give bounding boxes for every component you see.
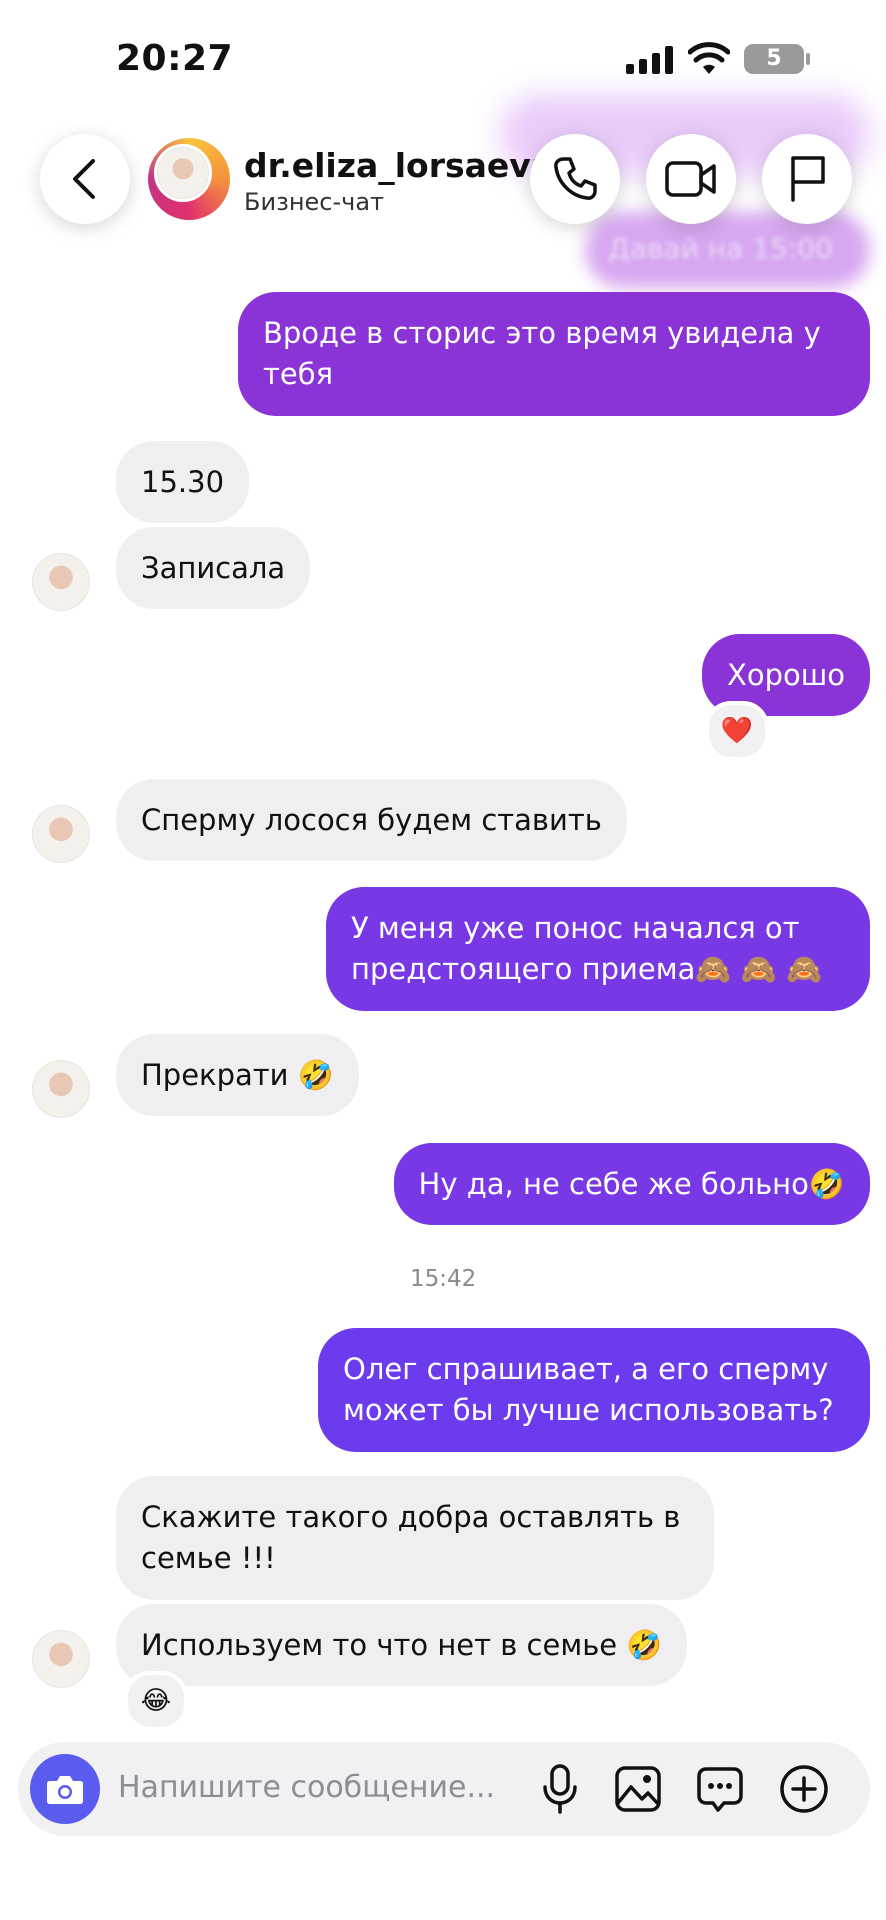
message-outgoing[interactable]: Вроде в сторис это время увидела у тебя	[238, 292, 870, 416]
camera-button[interactable]	[30, 1754, 100, 1824]
message-reaction-laugh[interactable]: 😂	[124, 1671, 188, 1731]
message-incoming[interactable]: Прекрати 🤣	[116, 1034, 359, 1116]
audio-call-button[interactable]	[530, 134, 620, 224]
battery-indicator: 5	[744, 44, 804, 74]
message-incoming[interactable]: Сперму лосося будем ставить	[116, 779, 627, 861]
message-input[interactable]: Напишите сообщение...	[118, 1770, 495, 1805]
contact-name[interactable]: dr.eliza_lorsaeva	[244, 146, 553, 185]
microphone-icon	[543, 1764, 577, 1814]
blurred-message-text: Давай на 15:00	[608, 232, 833, 265]
cellular-signal-icon	[626, 46, 673, 74]
camera-icon	[47, 1776, 83, 1804]
report-flag-button[interactable]	[762, 134, 852, 224]
message-outgoing[interactable]: Ну да, не себе же больно🤣	[393, 1143, 870, 1225]
message-incoming[interactable]: 15.30	[116, 441, 250, 523]
back-icon	[73, 159, 95, 199]
voice-message-button[interactable]	[532, 1761, 588, 1817]
status-time: 20:27	[116, 38, 234, 79]
video-call-button[interactable]	[646, 134, 736, 224]
sender-avatar[interactable]	[32, 805, 90, 863]
sender-avatar[interactable]	[32, 1630, 90, 1688]
message-outgoing[interactable]: Олег спрашивает, а его сперму может бы л…	[318, 1328, 870, 1452]
message-reaction-heart[interactable]: ❤️	[705, 701, 769, 761]
phone-icon	[554, 157, 597, 200]
video-icon	[665, 161, 716, 197]
back-button[interactable]	[40, 134, 130, 224]
chat-type-label: Бизнес-чат	[244, 188, 385, 216]
wifi-icon	[688, 42, 730, 74]
message-incoming[interactable]: Записала	[116, 527, 311, 609]
battery-cap	[806, 53, 810, 65]
message-outgoing[interactable]: У меня уже понос начался от предстоящего…	[326, 887, 870, 1011]
sticker-button[interactable]	[692, 1761, 748, 1817]
image-icon	[615, 1766, 661, 1812]
flag-icon	[791, 156, 825, 202]
message-timestamp: 15:42	[410, 1266, 477, 1292]
gallery-button[interactable]	[610, 1761, 666, 1817]
more-options-button[interactable]	[776, 1761, 832, 1817]
plus-icon	[780, 1765, 828, 1813]
profile-avatar[interactable]	[154, 144, 212, 202]
message-incoming[interactable]: Используем то что нет в семье 🤣	[116, 1604, 688, 1686]
sender-avatar[interactable]	[32, 553, 90, 611]
sticker-icon	[697, 1767, 743, 1812]
message-incoming[interactable]: Скажите такого добра оставлять в семье !…	[116, 1476, 714, 1600]
sender-avatar[interactable]	[32, 1060, 90, 1118]
